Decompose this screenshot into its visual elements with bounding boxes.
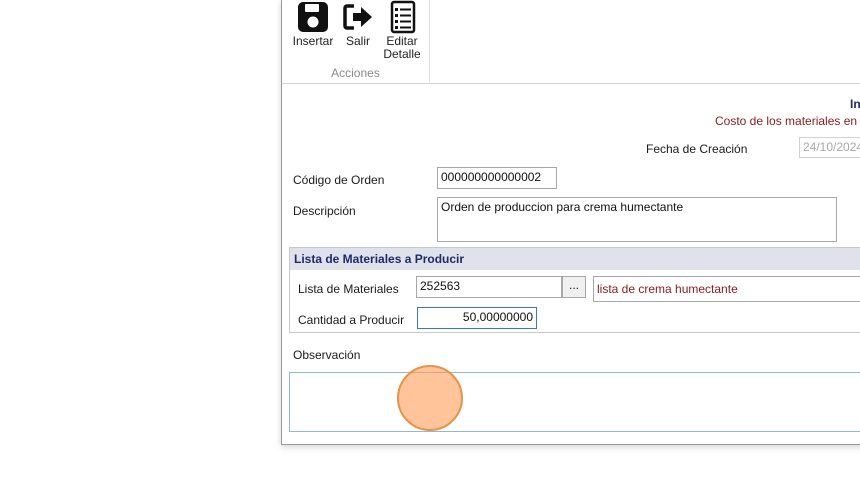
ribbon-group-label: Acciones [331,66,380,80]
order-code-label: Código de Orden [293,173,385,187]
ribbon-toolbar: Insertar Salir Editar Detalle Acciones [282,0,860,84]
production-order-window: Insertar Salir Editar Detalle Acciones I… [281,0,860,445]
form-title: In [850,97,860,111]
order-code-field[interactable]: 000000000000002 [437,167,557,189]
edit-detail-label-line2: Detalle [383,47,421,61]
insert-button-label: Insertar [292,34,334,48]
observation-field[interactable] [289,372,860,432]
insert-button[interactable]: Insertar [292,0,334,48]
quantity-field[interactable]: 50,00000000 [417,307,537,329]
quantity-label: Cantidad a Producir [298,313,405,327]
exit-icon [343,4,372,30]
materials-list-name-field[interactable]: lista de crema humectante [593,276,860,302]
creation-date-label: Fecha de Creación [646,142,748,156]
materials-group: Lista de Materiales a Producir Lista de … [289,247,860,333]
materials-list-label: Lista de Materiales [298,282,399,296]
ribbon-group-acciones: Insertar Salir Editar Detalle Acciones [282,0,430,82]
mouse-cursor-highlight [397,365,463,431]
edit-detail-button[interactable]: Editar Detalle [381,0,423,61]
materials-list-code-field[interactable]: 252563 [416,276,562,298]
exit-button[interactable]: Salir [339,0,377,48]
observation-label: Observación [293,348,361,362]
list-icon [390,0,416,34]
description-label: Descripción [293,204,356,218]
save-icon [298,2,328,32]
exit-button-label: Salir [345,34,370,48]
materials-group-title: Lista de Materiales a Producir [290,248,860,270]
cost-subtitle: Costo de los materiales en [715,114,858,128]
creation-date-field[interactable]: 24/10/2024 [799,137,860,158]
browse-materials-button[interactable]: ... [562,276,586,298]
description-field[interactable]: Orden de produccion para crema humectant… [437,197,837,242]
